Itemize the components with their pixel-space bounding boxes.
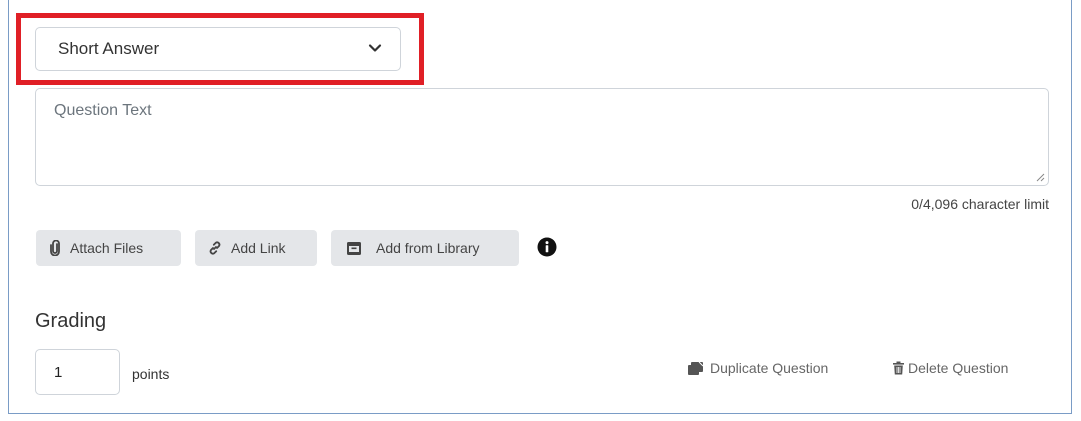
points-value: 1	[54, 363, 63, 381]
info-icon[interactable]	[537, 237, 557, 257]
duplicate-question-button[interactable]: Duplicate Question	[687, 360, 828, 376]
delete-question-button[interactable]: Delete Question	[892, 360, 1008, 376]
paperclip-icon	[50, 240, 60, 256]
library-archive-icon	[347, 241, 361, 255]
add-link-label: Add Link	[231, 240, 286, 256]
question-text-placeholder: Question Text	[54, 102, 152, 119]
question-type-value: Short Answer	[58, 39, 160, 58]
add-from-library-button[interactable]: Add from Library	[331, 230, 519, 266]
delete-question-label: Delete Question	[908, 360, 1009, 376]
trash-icon	[893, 361, 904, 375]
points-label: points	[132, 366, 170, 382]
add-from-library-label: Add from Library	[376, 240, 480, 256]
duplicate-question-label: Duplicate Question	[710, 360, 829, 376]
attach-files-label: Attach Files	[70, 240, 144, 256]
points-input[interactable]: 1	[35, 349, 120, 395]
character-limit-counter: 0/4,096 character limit	[911, 196, 1049, 212]
question-type-select[interactable]: Short Answer	[35, 27, 401, 71]
add-link-button[interactable]: Add Link	[195, 230, 317, 266]
chevron-down-icon	[368, 44, 382, 52]
attach-files-button[interactable]: Attach Files	[36, 230, 181, 266]
question-text-input[interactable]: Question Text	[35, 88, 1049, 186]
grading-heading: Grading	[35, 310, 107, 332]
resize-handle-icon[interactable]	[1035, 172, 1045, 182]
link-icon	[209, 241, 221, 255]
copy-icon	[688, 361, 704, 375]
